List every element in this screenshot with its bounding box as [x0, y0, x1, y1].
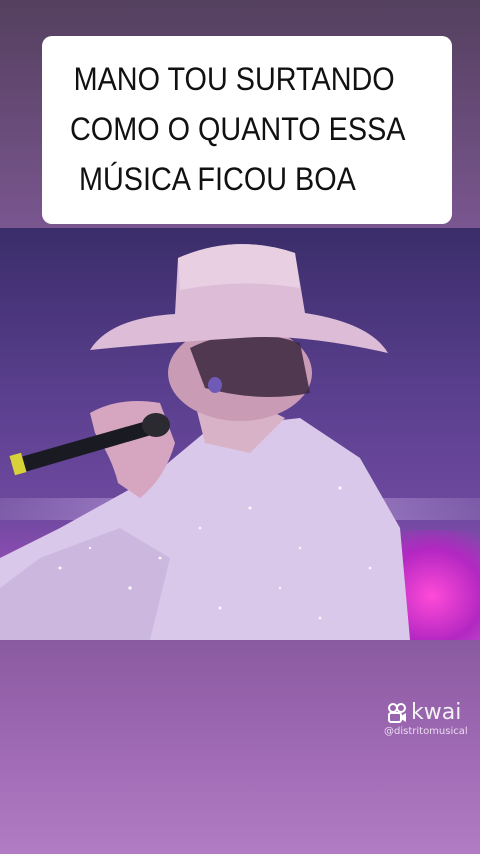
kwai-watermark: kwai — [386, 700, 461, 726]
kwai-logo-icon — [388, 703, 406, 723]
caption-line-3: MÚSICA FICOU BOA — [79, 161, 356, 197]
in-ear-monitor-icon — [208, 377, 222, 393]
caption-line-1: MANO TOU SURTANDO — [73, 61, 395, 97]
video-frame[interactable] — [0, 228, 480, 640]
lower-background — [0, 640, 480, 854]
caption-box: MANO TOU SURTANDO COMO O QUANTO ESSA MÚS… — [42, 36, 452, 224]
caption-line-2: COMO O QUANTO ESSA — [70, 111, 406, 147]
performer-illustration — [0, 244, 410, 640]
kwai-brand-text: kwai — [411, 700, 462, 725]
kwai-handle: @distritomusical — [384, 726, 468, 737]
